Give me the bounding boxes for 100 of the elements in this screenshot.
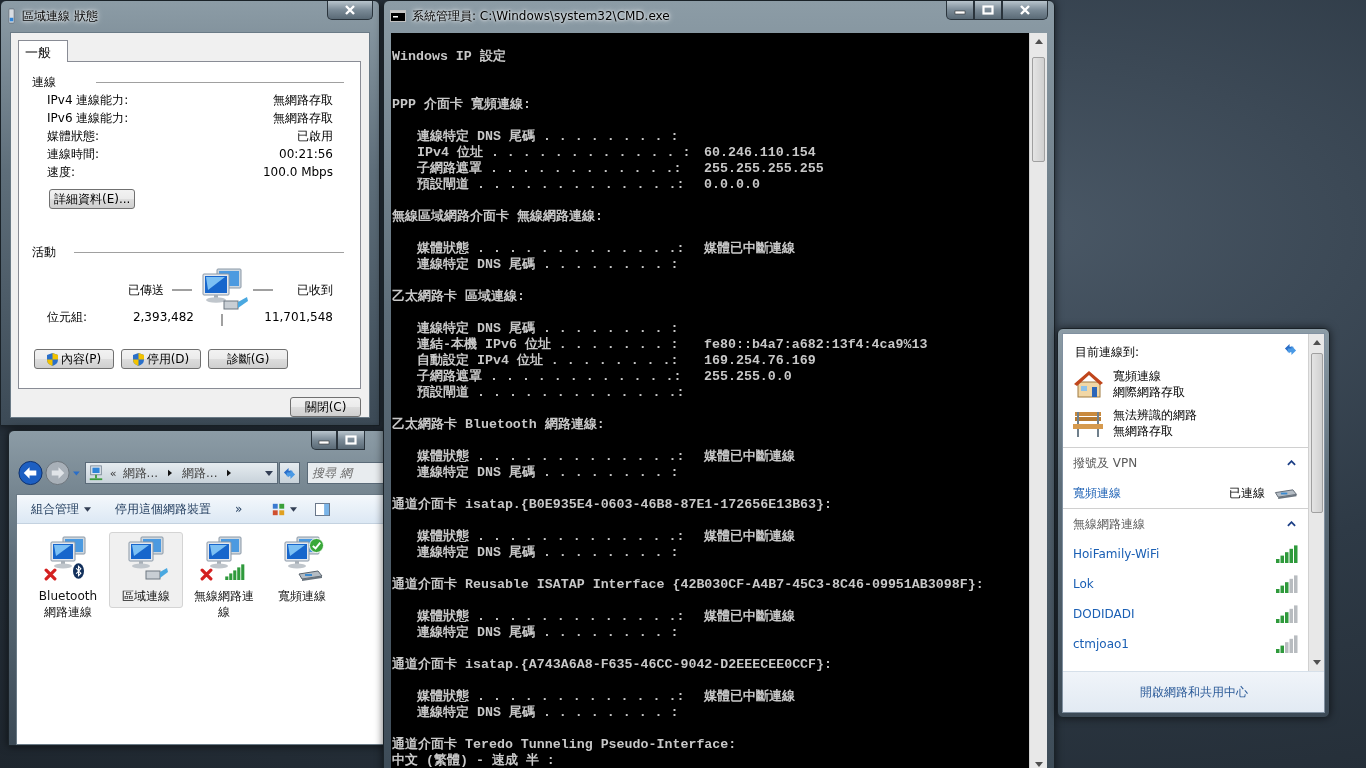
breadcrumb-arrow-icon[interactable] xyxy=(168,469,172,477)
received-label: 已收到 xyxy=(297,281,333,299)
connection-link[interactable]: 寬頻連線 xyxy=(1073,484,1121,502)
bluetooth-icon xyxy=(73,563,84,579)
field-label: IPv6 連線能力: xyxy=(47,109,129,127)
min-button[interactable] xyxy=(946,1,974,20)
window-title: 系統管理員: C:\Windows\system32\CMD.exe xyxy=(412,7,670,25)
min-button[interactable] xyxy=(311,431,337,450)
field-label: 媒體狀態: xyxy=(47,127,100,145)
console-value: 媒體已中斷連線 xyxy=(704,609,795,625)
scroll-up-icon[interactable] xyxy=(1312,340,1321,345)
shield-icon xyxy=(46,352,58,366)
bytes-sent: 2,393,482 xyxy=(131,310,194,324)
field-value: 100.0 Mbps xyxy=(263,165,333,179)
scroll-down-icon[interactable] xyxy=(1312,660,1321,665)
dialog-button[interactable]: 內容(P) xyxy=(34,349,114,369)
network-connection-item[interactable]: 無線網路連線 xyxy=(187,532,261,624)
network-center-link[interactable]: 開啟網路和共用中心 xyxy=(1139,683,1248,701)
network-adapter-icon xyxy=(200,268,250,312)
connection-name: 無法辨識的網路 xyxy=(1113,407,1197,423)
network-name[interactable]: HoiFamily-WiFi xyxy=(1073,547,1160,561)
refresh-button[interactable] xyxy=(278,462,300,484)
field-value: 已啟用 xyxy=(297,127,333,145)
maximize-icon xyxy=(982,5,994,15)
console-label: 媒體狀態 . . . . . . . . . . . . .: xyxy=(417,689,686,705)
view-icon xyxy=(272,502,286,516)
tab[interactable]: 一般 xyxy=(18,40,68,62)
caret-icon xyxy=(290,506,298,512)
network-connection-item[interactable]: 區域連線 xyxy=(109,532,183,608)
scroll-thumb[interactable] xyxy=(1031,57,1046,162)
network-adapter-icon xyxy=(7,8,16,24)
breadcrumb[interactable]: 網路... xyxy=(182,464,218,482)
console-value: 255.255.255.255 xyxy=(704,161,824,177)
connection-status: 已連線 xyxy=(1229,484,1265,502)
console-line: 通道介面卡 Teredo Tunneling Pseudo-Interface: xyxy=(392,737,738,753)
computers-icon xyxy=(205,536,245,570)
console-value: 媒體已中斷連線 xyxy=(704,529,795,545)
console-label: 連線特定 DNS 尾碼 . . . . . . . . : xyxy=(417,625,680,641)
console-label: 預設閘道 . . . . . . . . . . . . .: xyxy=(417,385,686,401)
breadcrumb[interactable]: 網路... xyxy=(122,464,158,482)
console-line: 乙太網路卡 Bluetooth 網路連線: xyxy=(392,417,606,433)
console-label: IPv4 位址 . . . . . . . . . . . . : xyxy=(417,145,692,161)
breadcrumb-overflow[interactable]: « xyxy=(109,466,117,480)
refresh-icon[interactable] xyxy=(1283,342,1298,356)
network-name[interactable]: ctmjoao1 xyxy=(1073,637,1129,651)
dialog-button[interactable]: 診斷(G) xyxy=(208,349,288,369)
scrollbar[interactable] xyxy=(1308,334,1324,671)
more-button[interactable]: » xyxy=(231,500,247,518)
bytes-received: 11,701,548 xyxy=(264,310,333,324)
console-label: 自動設定 IPv4 位址 . . . . . . . .: xyxy=(417,353,680,369)
console-label: 預設閘道 . . . . . . . . . . . . .: xyxy=(417,177,686,193)
house-icon xyxy=(1072,368,1104,400)
close-button[interactable] xyxy=(1002,1,1048,20)
network-name[interactable]: DODIDADI xyxy=(1073,607,1135,621)
scrollbar[interactable] xyxy=(1029,33,1047,768)
toolbar-button[interactable]: 停用這個網路裝置 xyxy=(111,498,215,520)
chevron-up-icon[interactable] xyxy=(1287,521,1296,527)
ime-status: 中文 (繁體) - 速成 半 : xyxy=(392,753,556,768)
details-button[interactable]: 詳細資料(E)... xyxy=(49,189,136,209)
toolbar-button[interactable]: 組合管理 xyxy=(27,498,95,520)
close-icon xyxy=(344,5,356,15)
flyout-heading: 目前連線到: xyxy=(1075,343,1140,361)
dialog-button[interactable]: 停用(D) xyxy=(121,349,201,369)
console-label: 媒體狀態 . . . . . . . . . . . . .: xyxy=(417,609,686,625)
scroll-thumb[interactable] xyxy=(1310,353,1323,513)
chevron-up-icon[interactable] xyxy=(1287,460,1296,466)
back-button[interactable] xyxy=(18,460,44,486)
console-label: 連線特定 DNS 尾碼 . . . . . . . . : xyxy=(417,129,680,145)
close-icon xyxy=(1019,5,1031,15)
scroll-down-icon[interactable] xyxy=(1034,762,1043,767)
max-button[interactable] xyxy=(337,431,365,450)
console-line: 通道介面卡 isatap.{B0E935E4-0603-46B8-87E1-172656E13B63}: xyxy=(392,497,834,513)
console-value: 169.254.76.169 xyxy=(704,353,816,369)
field-value: 無網路存取 xyxy=(273,91,333,109)
scroll-up-icon[interactable] xyxy=(1034,39,1043,44)
console-line: 乙太網路卡 區域連線: xyxy=(392,289,526,305)
console-label: 媒體狀態 . . . . . . . . . . . . .: xyxy=(417,529,686,545)
sent-label: 已傳送 xyxy=(127,281,164,299)
console-value: 媒體已中斷連線 xyxy=(704,241,795,257)
preview-pane-icon xyxy=(315,502,331,516)
shield-icon xyxy=(132,352,144,366)
console-label: 子網路遮罩 . . . . . . . . . . . .: xyxy=(417,369,683,385)
computers-icon xyxy=(49,536,89,570)
connection-status: 網際網路存取 xyxy=(1113,384,1185,400)
field-label: 連線時間: xyxy=(47,145,100,163)
address-bar[interactable]: « 網路... 網路... xyxy=(84,462,278,484)
close-button[interactable] xyxy=(327,1,373,20)
max-button[interactable] xyxy=(974,1,1002,20)
close-button[interactable]: 關閉(C) xyxy=(290,397,361,417)
console-value: 0.0.0.0 xyxy=(704,177,760,193)
console-line: PPP 介面卡 寬頻連線: xyxy=(392,97,532,113)
network-connection-item[interactable]: Bluetooth 網路連線 xyxy=(31,532,105,624)
window-title: 區域連線 狀態 xyxy=(22,7,98,25)
breadcrumb-arrow-icon[interactable] xyxy=(227,469,232,477)
console-value: 60.246.110.154 xyxy=(704,145,816,161)
network-connection-item[interactable]: 寬頻連線 xyxy=(265,532,339,608)
refresh-icon xyxy=(281,466,297,480)
address-dropdown-icon[interactable] xyxy=(264,470,273,476)
network-name[interactable]: Lok xyxy=(1073,577,1094,591)
modem-icon xyxy=(1273,487,1298,499)
